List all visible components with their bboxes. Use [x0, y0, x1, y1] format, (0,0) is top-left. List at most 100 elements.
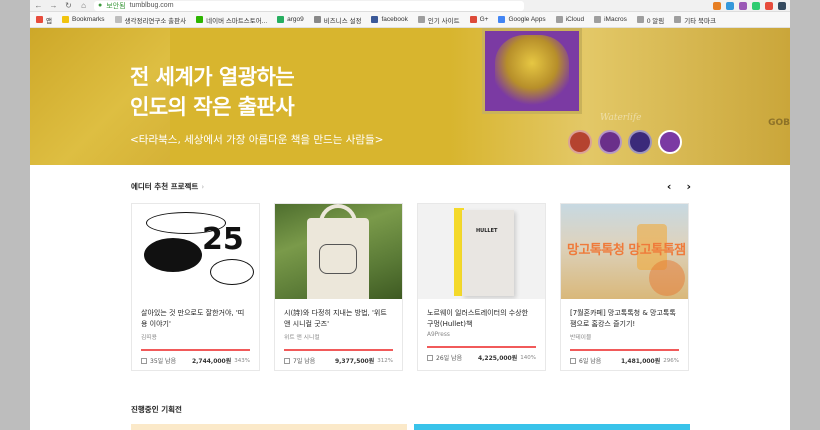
forward-icon[interactable]: → — [49, 1, 58, 10]
hero-title-line2: 인도의 작은 출판사 — [130, 95, 295, 119]
project-card[interactable]: 시(詩)와 다정히 지내는 방법, '위트 앤 시니컬 굿즈' 위트 앤 시니컬… — [274, 203, 403, 371]
funded-percent: 296% — [663, 357, 679, 364]
bookmark-icon — [61, 16, 69, 23]
bookmark-item[interactable]: 앱 — [36, 15, 52, 25]
project-image: 망고톡톡청 망고톡톡잼 — [561, 204, 688, 299]
calendar-icon — [141, 357, 147, 364]
image-book-title: HULLET — [476, 228, 498, 234]
url-bar: ← → ↻ ⌂ ● 보안됨 tumblbug.com — [30, 0, 790, 12]
bookmark-icon — [36, 16, 43, 23]
bookmark-item[interactable]: 0 알림 — [636, 15, 664, 25]
extension-icon[interactable] — [765, 1, 773, 10]
project-image — [275, 204, 402, 299]
reload-icon[interactable]: ↻ — [64, 1, 73, 10]
bookmark-label: 앱 — [46, 17, 52, 25]
funded-percent: 343% — [234, 357, 250, 364]
funding-progress-bar — [284, 349, 393, 351]
extension-icon[interactable] — [713, 1, 721, 10]
extension-icons — [713, 1, 786, 10]
hero-thumbnails — [568, 130, 682, 154]
security-label: 보안됨 — [106, 2, 126, 10]
bookmark-icon — [371, 16, 379, 23]
bookmark-label: 기타 북마크 — [684, 17, 716, 25]
funded-amount: 2,744,000원 — [191, 358, 232, 365]
bookmark-item[interactable]: 인기 사이트 — [417, 15, 460, 25]
project-title: [7월혼카페] 망고톡톡청 & 망고톡톡잼으로 홈캉스 즐기기! — [570, 309, 676, 328]
section-title: 에디터 추천 프로젝트 — [131, 182, 199, 191]
funded-percent: 140% — [520, 354, 536, 361]
address-bar[interactable]: ● 보안됨 tumblbug.com — [94, 0, 524, 11]
bookmark-item[interactable]: Bookmarks — [61, 16, 105, 23]
funded-amount: 1,481,000원 — [620, 358, 661, 365]
project-cards: 25 살아있는 것 만으로도 잘한거야, '띠용 이야기' 김띠용 35일 남음… — [131, 203, 689, 371]
bookmark-icon — [417, 16, 425, 23]
hero-thumbnail[interactable] — [598, 130, 622, 154]
hero-banner[interactable]: 전 세계가 열광하는 인도의 작은 출판사 <타라북스, 세상에서 가장 아름다… — [30, 28, 790, 165]
bookmark-icon — [594, 16, 602, 23]
funded-percent: 312% — [377, 357, 393, 364]
calendar-icon — [427, 354, 433, 361]
exhibition-card[interactable] — [131, 424, 407, 430]
back-icon[interactable]: ← — [34, 1, 43, 10]
calendar-icon — [570, 357, 576, 364]
exhibition-card[interactable] — [414, 424, 690, 430]
hero-book-cover — [482, 28, 582, 114]
bookmark-item[interactable]: 네이버 스마트스토어... — [196, 15, 267, 25]
bookmark-icon — [196, 16, 204, 23]
hero-side-text: GOB — [768, 118, 790, 128]
section2-title: 진행중인 기획전 — [131, 405, 182, 414]
extension-icon[interactable] — [752, 1, 760, 10]
project-card[interactable]: 25 살아있는 것 만으로도 잘한거야, '띠용 이야기' 김띠용 35일 남음… — [131, 203, 260, 371]
funding-progress-bar — [570, 349, 679, 351]
project-title: 시(詩)와 다정히 지내는 방법, '위트 앤 시니컬 굿즈' — [284, 309, 387, 328]
bookmark-label: 네이버 스마트스토어... — [206, 17, 268, 25]
hero-title: 전 세계가 열광하는 인도의 작은 출판사 — [130, 62, 295, 122]
bookmark-label: iCloud — [565, 16, 585, 23]
bookmark-item[interactable]: 기타 북마크 — [674, 15, 716, 25]
bookmark-item[interactable]: argo9 — [277, 16, 304, 23]
project-title: 살아있는 것 만으로도 잘한거야, '띠용 이야기' — [141, 309, 245, 328]
bookmark-label: facebook — [381, 16, 408, 23]
image-number: 25 — [202, 222, 244, 257]
bookmark-item[interactable]: iMacros — [594, 16, 627, 23]
bookmark-item[interactable]: facebook — [371, 16, 408, 23]
carousel-next-button[interactable]: › — [686, 180, 691, 193]
bookmark-label: 비즈니스 설정 — [323, 17, 362, 25]
section-title-chevron[interactable]: › — [201, 183, 204, 191]
bookmark-label: argo9 — [287, 16, 304, 23]
extension-icon[interactable] — [726, 1, 734, 10]
days-left: 35일 남음 — [150, 358, 177, 365]
bookmark-icon — [469, 16, 477, 23]
hero-thumbnail[interactable] — [658, 130, 682, 154]
calendar-icon — [284, 357, 290, 364]
days-left: 26일 남음 — [436, 355, 463, 362]
funding-progress-bar — [427, 346, 536, 348]
bookmarks-bar: 앱 Bookmarks 생각정리연구소 출판사 네이버 스마트스토어... argo9 비… — [30, 12, 790, 28]
home-icon[interactable]: ⌂ — [79, 1, 88, 10]
bookmark-icon — [636, 16, 644, 23]
url-text: tumblbug.com — [129, 2, 174, 9]
project-author: 김띠용 — [141, 335, 157, 341]
bookmark-item[interactable]: 생각정리연구소 출판사 — [114, 15, 186, 25]
days-left: 7일 남음 — [293, 358, 316, 365]
bookmark-item[interactable]: iCloud — [555, 16, 585, 23]
project-card[interactable]: 망고톡톡청 망고톡톡잼 [7월혼카페] 망고톡톡청 & 망고톡톡잼으로 홈캉스 … — [560, 203, 689, 371]
bookmark-icon — [114, 16, 122, 23]
lock-icon: ● — [98, 2, 103, 9]
project-card[interactable]: HULLET 노르웨이 일러스트레이터의 수상한 구멍(Hullet)책 A9P… — [417, 203, 546, 371]
bookmark-icon — [498, 16, 506, 23]
carousel-prev-button[interactable]: ‹ — [667, 180, 672, 193]
bookmark-label: 인기 사이트 — [427, 17, 460, 25]
hero-thumbnail[interactable] — [568, 130, 592, 154]
bookmark-item[interactable]: 비즈니스 설정 — [313, 15, 362, 25]
hero-watermark: Waterlife — [600, 113, 642, 123]
extension-icon[interactable] — [778, 1, 786, 10]
extension-icon[interactable] — [739, 1, 747, 10]
hero-thumbnail[interactable] — [628, 130, 652, 154]
project-author: 위트 앤 시니컬 — [284, 335, 320, 341]
bookmark-item[interactable]: Google Apps — [498, 16, 546, 23]
hero-title-line1: 전 세계가 열광하는 — [130, 65, 295, 89]
bookmark-item[interactable]: G+ — [469, 16, 488, 23]
section-header: 에디터 추천 프로젝트 › ‹ › — [131, 180, 691, 193]
bookmark-icon — [277, 16, 285, 23]
